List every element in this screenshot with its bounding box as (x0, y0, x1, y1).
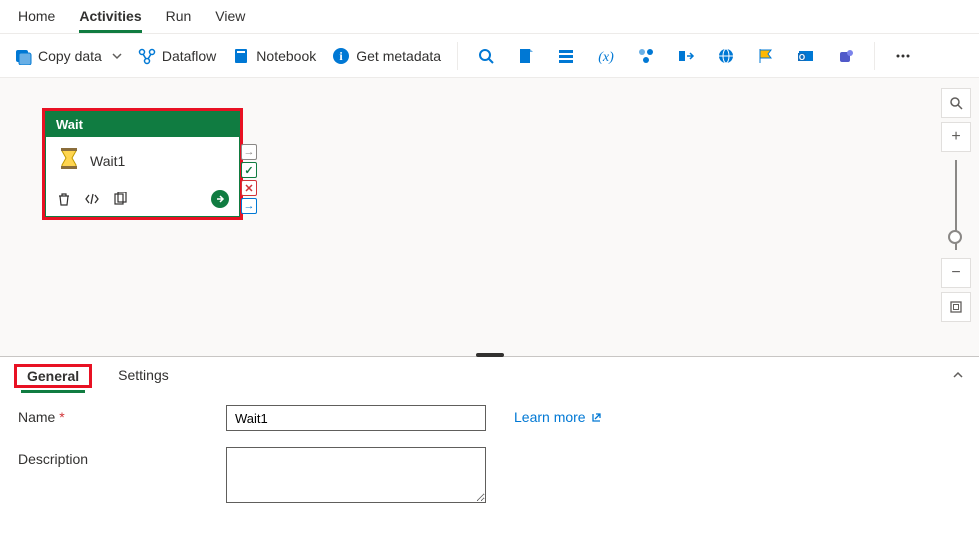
zoom-fit-button[interactable] (941, 292, 971, 322)
zoom-slider-handle[interactable] (948, 230, 962, 244)
top-tab-home[interactable]: Home (18, 8, 55, 33)
on-success-port[interactable]: ✓ (241, 162, 257, 178)
activity-toolbar: Copy data Dataflow Notebook i Get metada… (0, 34, 979, 78)
copy-icon[interactable] (112, 191, 128, 207)
lookup-icon[interactable] (474, 44, 498, 68)
get-metadata-label: Get metadata (356, 48, 441, 64)
delete-icon[interactable] (56, 191, 72, 207)
learn-more-link[interactable]: Learn more (514, 405, 602, 425)
svg-text:(x): (x) (598, 50, 614, 65)
on-skip-port[interactable]: → (241, 198, 257, 214)
panel-tab-general[interactable]: General (21, 364, 85, 393)
invoke-icon[interactable] (674, 44, 698, 68)
top-tab-activities[interactable]: Activities (79, 8, 141, 33)
notebook-button[interactable]: Notebook (232, 47, 316, 65)
panel-tab-settings[interactable]: Settings (112, 363, 175, 389)
copy-data-label: Copy data (38, 48, 102, 64)
web-icon[interactable] (714, 44, 738, 68)
zoom-in-button[interactable]: + (941, 122, 971, 152)
properties-panel: General Settings Name * Learn more Descr… (0, 356, 979, 546)
on-fail-port[interactable]: ✕ (241, 180, 257, 196)
code-icon[interactable] (84, 191, 100, 207)
get-metadata-button[interactable]: i Get metadata (332, 47, 441, 65)
activity-output-ports: → ✓ ✕ → (241, 144, 257, 214)
copy-data-button[interactable]: Copy data (14, 47, 122, 65)
panel-collapse-icon[interactable] (951, 368, 965, 385)
top-tab-bar: Home Activities Run View (0, 0, 979, 34)
description-textarea[interactable] (226, 447, 486, 503)
activity-name-label: Wait1 (90, 153, 125, 169)
top-tab-view[interactable]: View (215, 8, 245, 33)
hourglass-icon (58, 147, 80, 174)
panel-body: Name * Learn more Description (0, 389, 979, 535)
more-icon[interactable] (891, 44, 915, 68)
external-link-icon (590, 411, 602, 423)
dataflow-icon (138, 47, 156, 65)
svg-text:O: O (799, 53, 805, 62)
canvas-search-icon[interactable] (941, 88, 971, 118)
copy-data-icon (14, 47, 32, 65)
pipeline-canvas[interactable]: Wait Wait1 (0, 78, 979, 356)
activity-type-label: Wait (46, 112, 239, 137)
wait-activity-card[interactable]: Wait Wait1 (45, 111, 240, 217)
pipeline-icon[interactable] (634, 44, 658, 68)
teams-icon[interactable] (834, 44, 858, 68)
notebook-icon (232, 47, 250, 65)
toolbar-separator (457, 42, 458, 70)
notebook-label: Notebook (256, 48, 316, 64)
toolbar-separator-2 (874, 42, 875, 70)
list-icon[interactable] (554, 44, 578, 68)
canvas-zoom-controls: + − (941, 88, 971, 322)
dataflow-label: Dataflow (162, 48, 216, 64)
panel-tab-bar: General Settings (0, 357, 979, 389)
on-completion-port[interactable]: → (241, 144, 257, 160)
chevron-down-icon (112, 51, 122, 61)
script-icon[interactable] (514, 44, 538, 68)
name-input[interactable] (226, 405, 486, 431)
info-icon: i (332, 47, 350, 65)
dataflow-button[interactable]: Dataflow (138, 47, 216, 65)
selection-highlight: Wait Wait1 (42, 108, 243, 220)
top-tab-run[interactable]: Run (166, 8, 192, 33)
outlook-icon[interactable]: O (794, 44, 818, 68)
zoom-slider[interactable] (955, 160, 957, 250)
run-activity-icon[interactable] (211, 190, 229, 208)
variable-icon[interactable]: (x) (594, 44, 618, 68)
flag-icon[interactable] (754, 44, 778, 68)
zoom-out-button[interactable]: − (941, 258, 971, 288)
name-field-label: Name * (18, 405, 208, 425)
panel-resize-grip[interactable] (476, 353, 504, 357)
general-tab-highlight: General (14, 364, 92, 388)
description-field-label: Description (18, 447, 208, 467)
